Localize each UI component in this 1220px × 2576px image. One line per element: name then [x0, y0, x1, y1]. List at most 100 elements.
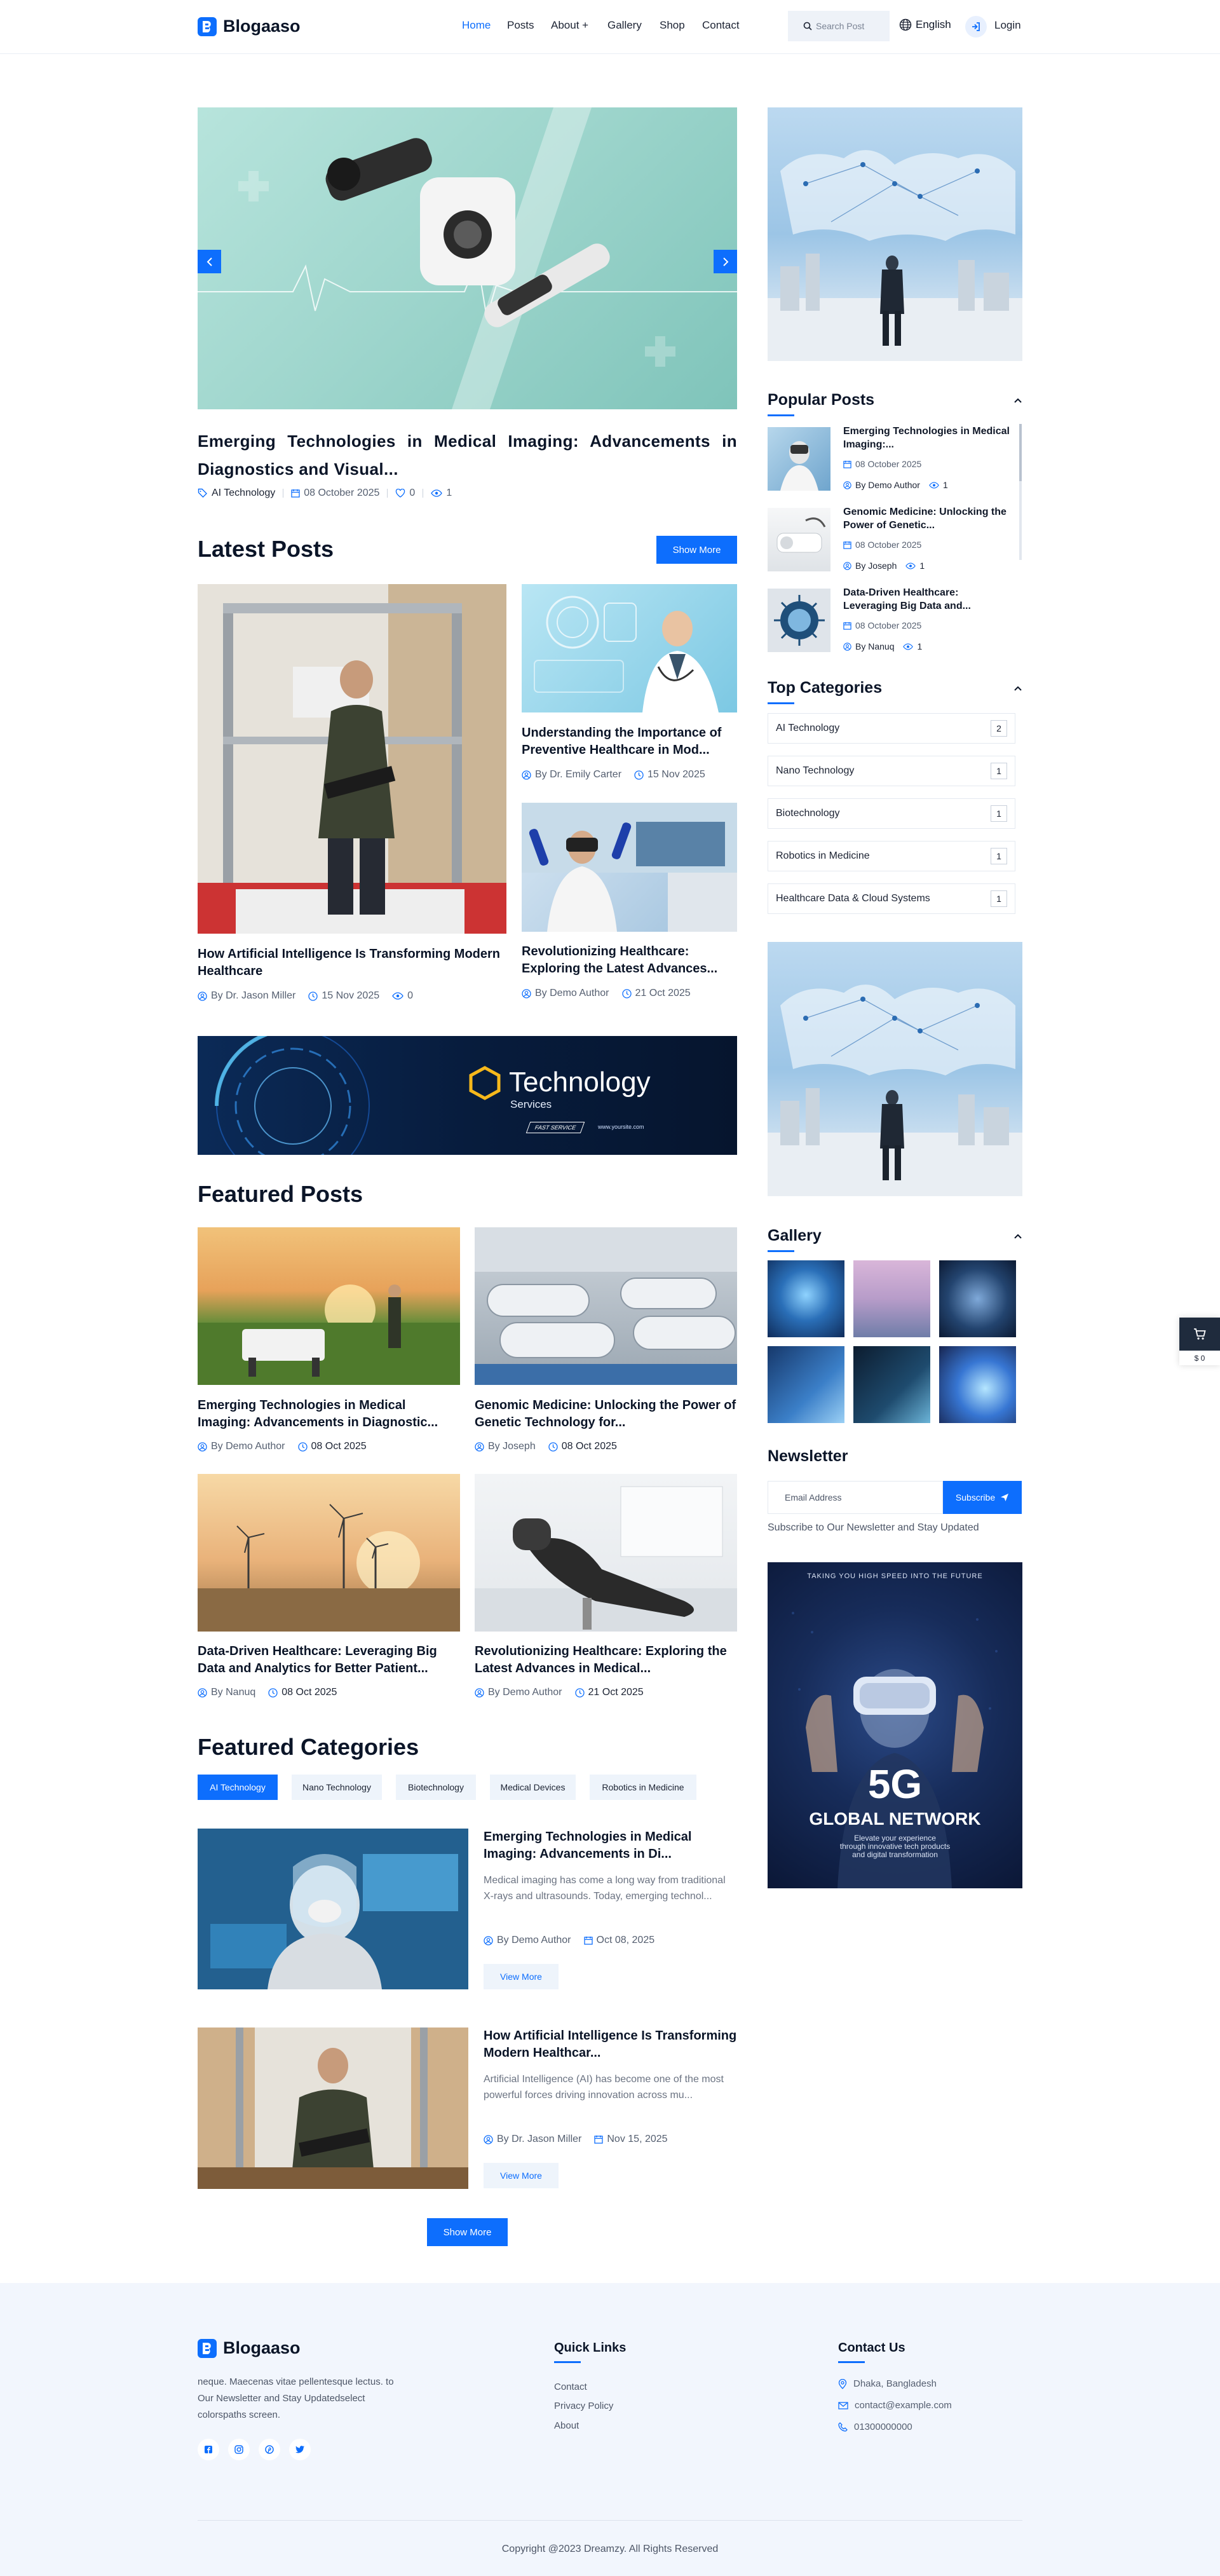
gallery-thumb[interactable]	[939, 1260, 1016, 1337]
subscribe-button[interactable]: Subscribe	[943, 1481, 1022, 1514]
collapse-icon[interactable]	[1014, 1234, 1022, 1239]
user-icon	[843, 642, 851, 651]
technology-banner-ad[interactable]: Technology Services FAST SERVICE www.you…	[198, 1036, 737, 1155]
nav-contact[interactable]: Contact	[702, 19, 740, 32]
popular-post-1-title[interactable]: Emerging Technologies in Medical Imaging…	[843, 425, 1015, 451]
footer-email[interactable]: contact@example.com	[855, 2400, 952, 2411]
popular-post-2-author[interactable]: By Joseph	[855, 561, 897, 571]
gallery-thumb[interactable]	[853, 1346, 930, 1423]
category-item-robotics-in-medicine[interactable]: Robotics in Medicine 1	[768, 841, 1015, 871]
featured-post-1-author[interactable]: By Demo Author	[211, 1441, 285, 1452]
latest-post-1-title[interactable]: How Artificial Intelligence Is Transform…	[198, 946, 506, 980]
chip-medical-devices[interactable]: Medical Devices	[490, 1775, 576, 1800]
footer-logo[interactable]: Blogaaso	[198, 2338, 301, 2358]
gallery-thumb[interactable]	[939, 1346, 1016, 1423]
category-post-2-view-more-button[interactable]: View More	[484, 2163, 559, 2188]
category-post-2-author[interactable]: By Dr. Jason Miller	[497, 2134, 581, 2145]
nav-posts[interactable]: Posts	[507, 19, 534, 32]
categories-show-more-button[interactable]: Show More	[427, 2218, 508, 2246]
newsletter-email-input[interactable]: Email Address	[768, 1481, 943, 1514]
sidebar-ad-world-map[interactable]	[768, 107, 1022, 361]
category-post-1-author[interactable]: By Demo Author	[497, 1935, 571, 1946]
popular-post-1-image[interactable]	[768, 427, 830, 491]
chip-robotics-in-medicine[interactable]: Robotics in Medicine	[590, 1775, 696, 1800]
footer-link-contact[interactable]: Contact	[554, 2382, 587, 2392]
category-post-1-image[interactable]	[198, 1829, 468, 1989]
popular-post-3-title[interactable]: Data-Driven Healthcare: Leveraging Big D…	[843, 586, 1015, 613]
category-post-1-title[interactable]: Emerging Technologies in Medical Imaging…	[484, 1829, 737, 1863]
login-icon[interactable]	[965, 16, 987, 37]
hero-slider-image[interactable]	[198, 107, 737, 409]
slider-next-button[interactable]	[714, 250, 737, 273]
nav-shop[interactable]: Shop	[660, 19, 685, 32]
sidebar-ad-5g[interactable]: TAKING YOU HIGH SPEED INTO THE FUTURE 5G…	[768, 1562, 1022, 1888]
featured-post-3-author[interactable]: By Nanuq	[211, 1687, 255, 1698]
footer-link-about[interactable]: About	[554, 2420, 579, 2431]
floating-cart[interactable]: $ 0	[1179, 1318, 1220, 1365]
login-link[interactable]: Login	[994, 19, 1021, 32]
user-icon	[843, 561, 851, 570]
featured-post-4-title[interactable]: Revolutionizing Healthcare: Exploring th…	[475, 1643, 737, 1677]
language-selector[interactable]: English	[899, 18, 951, 31]
popular-post-1-author[interactable]: By Demo Author	[855, 480, 920, 490]
popular-post-2-image[interactable]	[768, 508, 830, 571]
nav-gallery[interactable]: Gallery	[607, 19, 642, 32]
footer-link-privacy-policy[interactable]: Privacy Policy	[554, 2401, 613, 2411]
eye-icon	[903, 643, 914, 650]
popular-post-3-author[interactable]: By Nanuq	[855, 641, 894, 651]
popular-scrollbar[interactable]	[1019, 424, 1022, 560]
featured-post-2-title[interactable]: Genomic Medicine: Unlocking the Power of…	[475, 1397, 737, 1431]
pinterest-icon[interactable]	[259, 2439, 280, 2460]
gallery-thumb[interactable]	[768, 1346, 844, 1423]
sidebar-ad-world-map-2[interactable]	[768, 942, 1022, 1196]
latest-post-1-author[interactable]: By Dr. Jason Miller	[211, 990, 295, 1002]
hero-title[interactable]: Emerging Technologies in Medical Imaging…	[198, 427, 737, 483]
latest-post-1-image[interactable]	[198, 584, 506, 934]
popular-post-2-title[interactable]: Genomic Medicine: Unlocking the Power of…	[843, 505, 1015, 532]
footer-phone[interactable]: 01300000000	[854, 2422, 912, 2432]
latest-post-1-date: 15 Nov 2025	[322, 990, 380, 1001]
featured-post-1-title[interactable]: Emerging Technologies in Medical Imaging…	[198, 1397, 460, 1431]
collapse-icon[interactable]	[1014, 686, 1022, 691]
slider-prev-button[interactable]	[198, 250, 221, 273]
chip-biotechnology[interactable]: Biotechnology	[396, 1775, 476, 1800]
category-item-healthcare-data[interactable]: Healthcare Data & Cloud Systems 1	[768, 883, 1015, 914]
category-item-biotechnology[interactable]: Biotechnology 1	[768, 798, 1015, 829]
facebook-icon[interactable]	[198, 2439, 219, 2460]
twitter-icon[interactable]	[289, 2439, 311, 2460]
latest-post-3-image[interactable]	[522, 803, 737, 932]
featured-post-2-author[interactable]: By Joseph	[488, 1441, 536, 1452]
featured-post-4-author[interactable]: By Demo Author	[488, 1687, 562, 1698]
collapse-icon[interactable]	[1014, 398, 1022, 403]
logo[interactable]: Blogaaso	[198, 17, 301, 36]
footer-phone-row: 01300000000	[838, 2422, 912, 2432]
latest-post-2-title[interactable]: Understanding the Importance of Preventi…	[522, 725, 737, 759]
latest-show-more-button[interactable]: Show More	[656, 536, 737, 564]
featured-post-3-title[interactable]: Data-Driven Healthcare: Leveraging Big D…	[198, 1643, 460, 1677]
category-post-2-title[interactable]: How Artificial Intelligence Is Transform…	[484, 2027, 737, 2062]
category-post-1-view-more-button[interactable]: View More	[484, 1964, 559, 1989]
featured-post-3-image[interactable]	[198, 1474, 460, 1632]
popular-post-3-image[interactable]	[768, 589, 830, 652]
featured-post-4-image[interactable]	[475, 1474, 737, 1632]
nav-about[interactable]: About +	[551, 19, 588, 32]
latest-post-3-author[interactable]: By Demo Author	[535, 988, 609, 999]
latest-post-2-author[interactable]: By Dr. Emily Carter	[535, 769, 621, 780]
category-post-2-image[interactable]	[198, 2027, 468, 2189]
user-icon	[475, 1687, 484, 1698]
chip-nano-technology[interactable]: Nano Technology	[292, 1775, 382, 1800]
nav-home[interactable]: Home	[462, 19, 491, 32]
category-item-nano-technology[interactable]: Nano Technology 1	[768, 756, 1015, 786]
instagram-icon[interactable]	[228, 2439, 250, 2460]
hero-category[interactable]: AI Technology	[212, 487, 275, 499]
search-box[interactable]: Search Post	[788, 11, 890, 41]
featured-post-2-image[interactable]	[475, 1227, 737, 1385]
featured-post-1-image[interactable]	[198, 1227, 460, 1385]
gallery-thumb[interactable]	[768, 1260, 844, 1337]
latest-post-3-title[interactable]: Revolutionizing Healthcare: Exploring th…	[522, 943, 737, 978]
latest-post-2-image[interactable]	[522, 584, 737, 712]
category-item-ai-technology[interactable]: AI Technology 2	[768, 713, 1015, 744]
gallery-thumb[interactable]	[853, 1260, 930, 1337]
chip-ai-technology[interactable]: AI Technology	[198, 1775, 278, 1800]
copyright-text: Copyright @2023 Dreamzy. All Rights Rese…	[501, 2544, 719, 2554]
